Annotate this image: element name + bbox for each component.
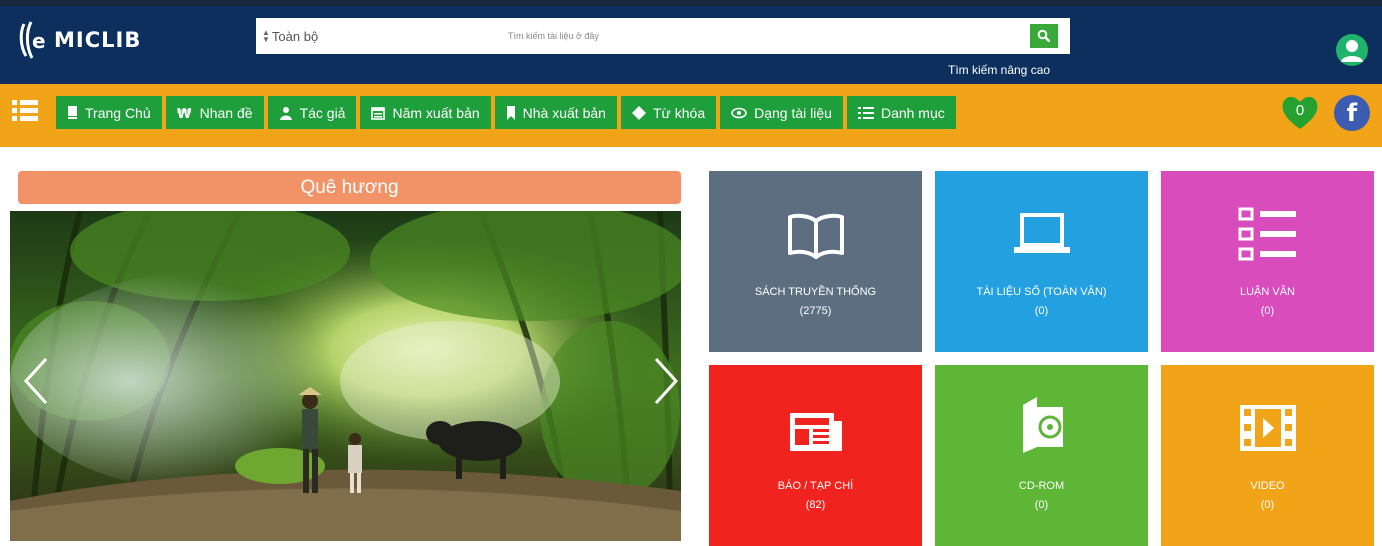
doctype-icon bbox=[731, 107, 747, 118]
slide-title: Quê hương bbox=[18, 171, 681, 204]
header: e MICLIB ▲▼ Toàn bộ Tìm kiếm nâng cao bbox=[0, 0, 1382, 84]
search-button[interactable] bbox=[1030, 24, 1058, 48]
search-bar: ▲ ▼ Toàn bộ bbox=[256, 18, 1070, 54]
nav-item-title[interactable]: ₩ Nhan đề bbox=[165, 96, 264, 129]
author-icon bbox=[279, 106, 292, 120]
list-icon bbox=[857, 106, 874, 119]
nav-menu: Trang Chủ ₩ Nhan đề Tác giả Năm xuất bản… bbox=[56, 96, 956, 129]
chevron-left-icon bbox=[23, 357, 48, 405]
tile-label: LUẬN VĂN bbox=[1239, 286, 1296, 298]
tile-count: (0) bbox=[1260, 305, 1275, 317]
nav-item-label: Nhan đề bbox=[199, 104, 253, 121]
favorites-count: 0 bbox=[1295, 102, 1305, 119]
nav-item-label: Nhà xuất bản bbox=[522, 104, 606, 121]
bookmark-icon bbox=[506, 105, 515, 120]
facebook-icon: f bbox=[1346, 99, 1358, 127]
nav-item-label: Danh mục bbox=[880, 104, 945, 121]
tile-label: CD-ROM bbox=[1018, 480, 1065, 492]
svg-text:₩: ₩ bbox=[177, 107, 192, 120]
search-input[interactable] bbox=[426, 18, 1030, 54]
tile-count: (0) bbox=[1260, 499, 1275, 511]
nav-item-label: Trang Chủ bbox=[85, 104, 151, 121]
keyword-icon bbox=[631, 105, 646, 120]
nav-item-year[interactable]: Năm xuất bản bbox=[360, 96, 491, 129]
slide-image bbox=[10, 211, 681, 541]
nav-item-category[interactable]: Danh mục bbox=[846, 96, 956, 129]
search-scope-select[interactable]: ▲ ▼ Toàn bộ bbox=[256, 18, 426, 54]
nav-item-label: Từ khóa bbox=[652, 104, 706, 121]
tile-label: SÁCH TRUYỀN THỐNG bbox=[754, 286, 877, 298]
nav-item-doctype[interactable]: Dạng tài liệu bbox=[720, 96, 843, 129]
book-icon bbox=[68, 106, 77, 119]
nav-item-label: Dạng tài liệu bbox=[754, 104, 832, 121]
nav-item-keyword[interactable]: Từ khóa bbox=[620, 96, 717, 129]
tile-count: (82) bbox=[805, 499, 826, 511]
nav-item-author[interactable]: Tác giả bbox=[267, 96, 357, 129]
tile-digital-documents[interactable]: TÀI LIỆU SỐ (TOÀN VĂN) (0) bbox=[935, 171, 1148, 352]
tile-video[interactable]: VIDEO (0) bbox=[1161, 365, 1374, 546]
list-icon bbox=[1238, 207, 1296, 261]
facebook-button[interactable]: f bbox=[1334, 95, 1370, 131]
user-avatar-icon bbox=[1341, 40, 1363, 62]
tile-label: TÀI LIỆU SỐ (TOÀN VĂN) bbox=[976, 286, 1107, 298]
laptop-icon bbox=[1013, 213, 1070, 253]
slider-next-button[interactable] bbox=[646, 351, 681, 411]
search-scope-value: Toàn bộ bbox=[271, 28, 319, 44]
image-slider bbox=[10, 211, 681, 541]
cd-icon bbox=[1022, 397, 1063, 453]
nav-item-publisher[interactable]: Nhà xuất bản bbox=[494, 96, 617, 129]
hamburger-icon bbox=[12, 100, 38, 121]
nav-item-home[interactable]: Trang Chủ bbox=[56, 96, 162, 129]
navbar: Trang Chủ ₩ Nhan đề Tác giả Năm xuất bản… bbox=[0, 84, 1382, 147]
svg-text:e: e bbox=[32, 29, 46, 53]
logo-icon: e bbox=[19, 21, 46, 59]
calendar-icon bbox=[371, 106, 386, 120]
tile-label: BÁO / TẠP CHÍ bbox=[777, 480, 854, 492]
user-icon[interactable] bbox=[1336, 34, 1368, 66]
open-book-icon bbox=[787, 213, 844, 259]
tile-cd-rom[interactable]: CD-ROM (0) bbox=[935, 365, 1148, 546]
select-arrows-icon: ▲ ▼ bbox=[262, 28, 270, 44]
tile-count: (0) bbox=[1034, 305, 1049, 317]
tile-newspapers[interactable]: BÁO / TẠP CHÍ (82) bbox=[709, 365, 922, 546]
menu-toggle-button[interactable] bbox=[10, 96, 42, 126]
film-icon bbox=[1239, 405, 1296, 451]
nav-item-label: Năm xuất bản bbox=[392, 104, 480, 121]
newspaper-icon bbox=[789, 413, 842, 451]
tile-label: VIDEO bbox=[1250, 480, 1285, 492]
title-icon: ₩ bbox=[177, 107, 192, 120]
chevron-right-icon bbox=[654, 357, 679, 405]
advanced-search-link[interactable]: Tìm kiếm nâng cao bbox=[948, 63, 1050, 77]
search-icon bbox=[1037, 29, 1051, 43]
tile-count: (0) bbox=[1034, 499, 1049, 511]
tile-count: (2775) bbox=[799, 305, 832, 317]
logo[interactable]: e MICLIB bbox=[18, 20, 141, 60]
logo-text: MICLIB bbox=[54, 28, 142, 52]
tile-theses[interactable]: LUẬN VĂN (0) bbox=[1161, 171, 1374, 352]
slider-prev-button[interactable] bbox=[16, 351, 56, 411]
favorites-button[interactable]: 0 bbox=[1280, 92, 1320, 132]
nav-item-label: Tác giả bbox=[299, 104, 346, 121]
tile-traditional-books[interactable]: SÁCH TRUYỀN THỐNG (2775) bbox=[709, 171, 922, 352]
